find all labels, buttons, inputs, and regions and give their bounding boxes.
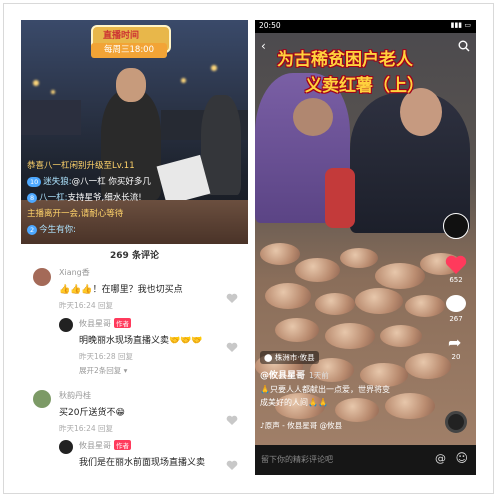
comment-username-text: 攸县星哥: [79, 441, 111, 450]
at-mention-icon[interactable]: @: [435, 452, 446, 465]
banner-title: 直播时间: [103, 31, 140, 41]
video-title-line1: 为古稀贫困户老人: [277, 50, 413, 70]
location-tag[interactable]: ⬤ 株洲市·攸县: [260, 351, 319, 364]
left-screenshot: 直播时间 每周三18:00 恭喜八一杠闲别升级至Lv.11 10 迷失狼:@八一杠…: [21, 20, 248, 475]
author-avatar[interactable]: [443, 213, 469, 239]
level-badge: 8: [27, 192, 38, 203]
level-badge: 2: [27, 224, 38, 235]
right-screenshot: 20:50 ▮▮▮ ▭ 为古稀贫困户老人 义卖红薯（上） ‹ 652 267 ➦…: [255, 20, 476, 475]
comment-meta[interactable]: 昨天16:24 回复: [59, 300, 113, 311]
video-player[interactable]: 为古稀贫困户老人 义卖红薯（上） ‹ 652 267 ➦ 20 ⬤ 株洲市·攸县…: [255, 33, 476, 445]
comment-text: 👍👍👍！在哪里？我也切买点: [59, 285, 183, 295]
chat-message: 10 迷失狼:@八一杠 你买好多几: [27, 176, 151, 189]
comment-username-text: 攸县星哥: [79, 319, 111, 328]
expand-replies-link[interactable]: 展开2条回复 ▾: [79, 365, 127, 376]
share-arrow-icon[interactable]: ➦: [448, 333, 461, 352]
comment-bubble-icon[interactable]: [446, 295, 466, 312]
chat-user: 今生有你:: [39, 225, 77, 235]
status-time: 20:50: [259, 21, 281, 30]
chat-message: 8 八一杠:支持星爷,细水长流!: [27, 192, 142, 205]
live-video[interactable]: 直播时间 每周三18:00 恭喜八一杠闲别升级至Lv.11 10 迷失狼:@八一杠…: [21, 20, 248, 244]
comment-input-placeholder[interactable]: 留下你的精彩评论吧: [261, 454, 333, 465]
search-icon[interactable]: [458, 40, 470, 52]
post-age: 1天前: [309, 371, 329, 380]
comment-input-bar[interactable]: 留下你的精彩评论吧 @ ☺: [255, 445, 476, 475]
chat-user: 迷失狼:: [43, 177, 72, 187]
comment-meta[interactable]: 昨天16:28 回复: [79, 351, 133, 362]
avatar[interactable]: [59, 318, 73, 332]
like-heart-icon[interactable]: [226, 293, 238, 304]
comment-username[interactable]: Xiang香: [59, 267, 90, 278]
like-heart-icon[interactable]: [226, 460, 238, 471]
chat-message: 2 今生有你:: [27, 224, 76, 237]
battery-icon: ▮▮▮ ▭: [450, 21, 471, 29]
comment-count-right: 267: [449, 315, 463, 323]
avatar[interactable]: [33, 390, 51, 408]
avatar[interactable]: [59, 440, 73, 454]
comment-text: 我们是在丽水前面现场直播义卖: [79, 458, 206, 468]
author-badge: 作者: [114, 440, 131, 450]
status-bar: 20:50 ▮▮▮ ▭: [255, 20, 476, 33]
comment-username[interactable]: 攸县星哥 作者: [79, 318, 131, 329]
comment-count: 269 条评论: [110, 251, 159, 261]
back-arrow-icon[interactable]: ‹: [261, 39, 266, 53]
author-handle: @攸县星哥: [260, 371, 306, 381]
caption-line2: 成美好的人间🙏🙏: [260, 398, 328, 407]
like-heart-icon[interactable]: [226, 342, 238, 353]
banner-time: 每周三18:00: [91, 43, 167, 58]
author-badge: 作者: [114, 318, 131, 328]
avatar[interactable]: [33, 268, 51, 286]
location-pin-icon: ⬤: [264, 353, 275, 362]
music-label[interactable]: ♪原声 - 攸县星哥 @攸县: [260, 420, 342, 431]
comment-meta[interactable]: 昨天16:24 回复: [59, 423, 113, 434]
video-title-line2: 义卖红薯（上）: [305, 76, 424, 96]
comment-username[interactable]: 秋韵丹桂: [59, 390, 91, 401]
author-handle-row[interactable]: @攸县星哥 1天前: [260, 368, 329, 381]
comment-text: 明晚丽水现场直播义卖🤝🤝🤝: [79, 336, 203, 346]
like-count: 652: [449, 276, 463, 284]
chat-system-message: 恭喜八一杠闲别升级至Lv.11: [27, 161, 135, 171]
location-text: 株洲市·攸县: [274, 353, 315, 362]
emoji-icon[interactable]: ☺: [455, 451, 468, 465]
caption-line1: 🙏只要人人都献出一点爱，世界将变: [260, 385, 390, 394]
like-heart-icon[interactable]: [226, 415, 238, 426]
chat-user: 八一杠:: [39, 193, 68, 203]
music-disc-icon[interactable]: [445, 411, 467, 433]
chat-text: 支持星爷,细水长流!: [67, 193, 142, 203]
comment-username[interactable]: 攸县星哥 作者: [79, 440, 131, 451]
comment-text: 买20斤送货不😁: [59, 408, 125, 418]
like-heart-icon[interactable]: [445, 255, 467, 275]
level-badge: 10: [27, 176, 42, 187]
share-count: 20: [451, 353, 461, 361]
chat-text: @八一杠 你买好多几: [71, 177, 151, 187]
chat-system-message: 主播离开一会,请耐心等待: [27, 209, 124, 219]
